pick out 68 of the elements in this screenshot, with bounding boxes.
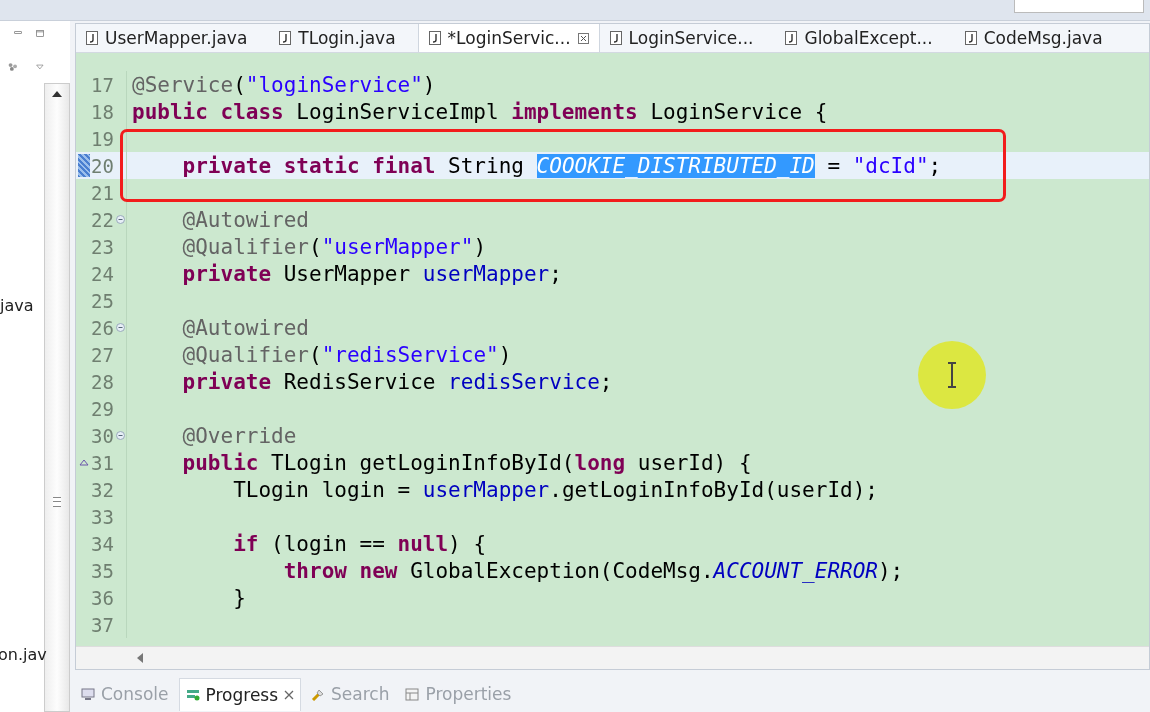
- vertical-scrollbar[interactable]: [44, 83, 70, 712]
- line-number: 31: [91, 451, 114, 474]
- line-number: 25: [91, 289, 114, 312]
- editor-tab[interactable]: TLogin.java: [269, 24, 418, 52]
- code-line: private UserMapper userMapper;: [181, 261, 562, 286]
- line-number: 32: [91, 478, 114, 501]
- maximize-icon[interactable]: [36, 28, 44, 39]
- fold-icon[interactable]: [116, 323, 125, 332]
- java-file-icon: [279, 31, 292, 45]
- editor-tab[interactable]: GlobalExcept...: [775, 24, 955, 52]
- java-file-icon: [785, 31, 798, 45]
- code-line: @Autowired: [181, 315, 309, 340]
- line-number: 27: [91, 343, 114, 366]
- editor-tab[interactable]: *LoginServic...: [417, 24, 600, 52]
- editor-tab[interactable]: UserMapper.java: [76, 24, 270, 52]
- file-item[interactable]: java: [0, 296, 44, 315]
- code-line: private static final String COOOKIE_DISTRIBUTED_ID = "dcId";: [181, 153, 942, 178]
- code-line: @Qualifier("userMapper"): [181, 234, 487, 259]
- fold-icon[interactable]: [116, 431, 125, 440]
- tree-icon[interactable]: [8, 60, 19, 74]
- java-file-icon: [86, 31, 98, 45]
- line-number: 17: [91, 73, 114, 96]
- properties-icon: [405, 687, 420, 701]
- close-icon[interactable]: [284, 689, 295, 700]
- monitor-icon: [81, 687, 95, 701]
- code-line: public TLogin getLoginInfoById(long userId) {: [181, 450, 752, 475]
- flashlight-icon: [311, 687, 326, 701]
- quick-access-field[interactable]: [1014, 0, 1144, 13]
- line-number: 28: [91, 370, 114, 393]
- line-number: 29: [91, 397, 114, 420]
- line-number: 37: [91, 613, 114, 636]
- line-number: 20: [91, 154, 114, 177]
- code-line: @Autowired: [181, 207, 309, 232]
- scroll-grip-icon[interactable]: [53, 497, 61, 507]
- code-line: }: [232, 585, 246, 610]
- editor-tab[interactable]: CodeMsg.java: [954, 24, 1125, 52]
- line-number: 34: [91, 532, 114, 555]
- code-line: @Qualifier("redisService"): [181, 342, 512, 367]
- code-line: TLogin login = userMapper.getLoginInfoById(userId);: [232, 477, 878, 502]
- line-number: 19: [91, 127, 114, 150]
- line-number: 30: [91, 424, 114, 447]
- line-number: 23: [91, 235, 114, 258]
- code-line: @Service("loginService"): [132, 72, 436, 97]
- line-number: 33: [91, 505, 114, 528]
- scroll-left-icon[interactable]: [136, 653, 143, 663]
- fold-icon[interactable]: [116, 215, 125, 224]
- code-line: @Override: [181, 423, 297, 448]
- progress-icon: [185, 688, 200, 701]
- editor-tab[interactable]: LoginService...: [599, 24, 776, 52]
- view-tab[interactable]: Progress: [178, 677, 302, 711]
- code-line: throw new GlobalException(CodeMsg.ACCOUNT_ERROR);: [282, 558, 904, 583]
- line-number: 26: [91, 316, 114, 339]
- code-line: if (login == null) {: [232, 531, 487, 556]
- line-number: 22: [91, 208, 114, 231]
- code-line: private RedisService redisService;: [181, 369, 613, 394]
- line-number: 24: [91, 262, 114, 285]
- horizontal-scrollbar[interactable]: [76, 646, 1149, 669]
- line-number: 18: [91, 100, 114, 123]
- close-icon[interactable]: [577, 32, 589, 44]
- dropdown-icon[interactable]: [36, 63, 44, 71]
- line-number: 35: [91, 559, 114, 582]
- java-file-icon: [964, 31, 977, 45]
- line-number: 36: [91, 586, 114, 609]
- java-file-icon: [609, 31, 622, 45]
- code-line: public class LoginServiceImpl implements LoginService {: [132, 99, 828, 124]
- scroll-up-icon[interactable]: [52, 90, 62, 97]
- java-file-icon: [428, 31, 441, 45]
- line-number: 21: [91, 181, 114, 204]
